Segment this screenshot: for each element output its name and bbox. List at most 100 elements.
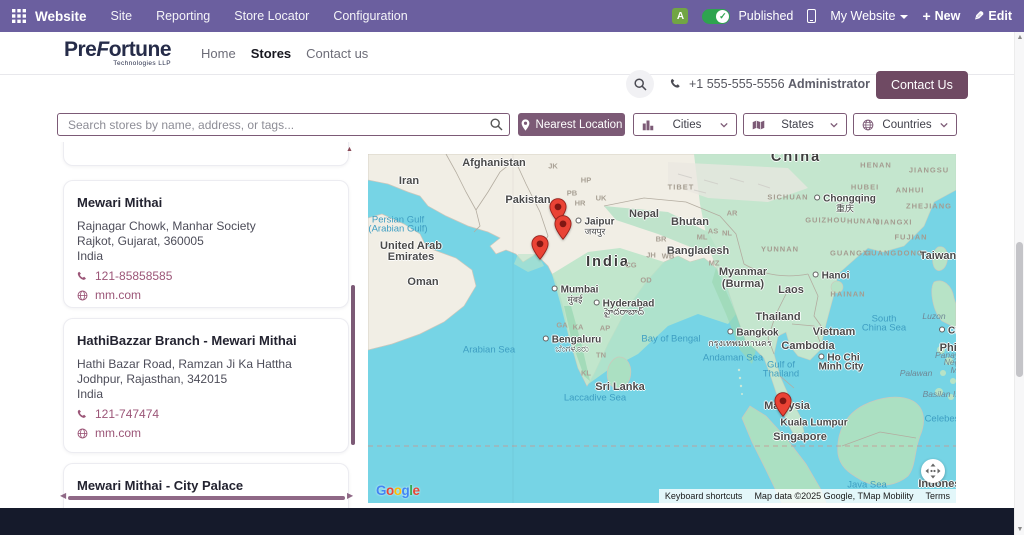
map-label: 重庆 <box>835 203 855 214</box>
map-label: M <box>950 365 956 375</box>
keyboard-shortcuts-link[interactable]: Keyboard shortcuts <box>658 489 749 503</box>
hscroll-right-icon[interactable]: ▶ <box>347 491 353 500</box>
nav-home[interactable]: Home <box>201 46 236 61</box>
list-scrollbar-thumb[interactable] <box>351 285 355 445</box>
map-label: Celebes <box>924 413 956 425</box>
store-card[interactable]: Mewari Mithai Rajnagar Chowk, Manhar Soc… <box>63 180 349 308</box>
backend-menu-site[interactable]: Site <box>111 9 133 23</box>
map-label: CG <box>625 260 637 270</box>
store-search-input[interactable] <box>58 114 509 135</box>
cities-dropdown[interactable]: Cities <box>633 113 737 136</box>
page: Website Site Reporting Store Locator Con… <box>0 0 1024 535</box>
backend-menu-reporting[interactable]: Reporting <box>156 9 210 23</box>
store-address-line: India <box>77 249 104 263</box>
phone-icon <box>77 409 86 418</box>
nearest-location-button[interactable]: Nearest Location <box>518 113 625 136</box>
page-scrollbar[interactable]: ▲ ▼ <box>1014 32 1024 535</box>
globe-icon <box>862 119 874 130</box>
map-label: Luzon <box>922 311 946 321</box>
chevron-down-icon <box>940 122 948 128</box>
scroll-down-icon[interactable]: ▼ <box>1016 526 1024 533</box>
horizontal-scrollbar-thumb[interactable] <box>68 496 345 500</box>
map-label: హైదరాబాద్ <box>603 306 645 317</box>
states-dropdown[interactable]: States <box>743 113 847 136</box>
map-label: GA <box>556 320 568 330</box>
google-logo[interactable]: Google <box>376 483 420 498</box>
header-phone[interactable]: +1 555-555-5556 <box>670 77 785 91</box>
map-label: China <box>770 154 822 165</box>
map-label: GUIZHOU <box>805 215 847 225</box>
store-name: Mewari Mithai - City Palace <box>77 478 244 493</box>
map-label: AP <box>599 323 611 333</box>
scroll-up-icon[interactable]: ▲ <box>1016 34 1024 41</box>
store-website-link[interactable]: mm.com <box>77 288 335 302</box>
store-card[interactable]: HathiBazzar Branch - Mewari Mithai Hathi… <box>63 318 349 453</box>
map-label: ANHUI <box>895 185 925 195</box>
hscroll-left-icon[interactable]: ◀ <box>60 491 66 500</box>
store-card[interactable]: Mewari Mithai - City Palace <box>63 463 349 512</box>
published-toggle[interactable]: ✓ <box>702 8 731 24</box>
site-logo[interactable]: PreFortune Technologies LLP <box>64 38 172 67</box>
map-label: Laos <box>778 284 804 296</box>
map-label: Cambodia <box>781 340 835 352</box>
store-map[interactable]: Afghanistan Iran Pakistan Nepal Bhutan Bangla… <box>368 154 956 503</box>
map-label: Myanmar <box>718 266 768 278</box>
map-label: Kuala Lumpur <box>780 417 848 429</box>
map-label: JK <box>548 161 558 171</box>
map-label: HUBEI <box>850 182 880 192</box>
map-label: Basilan Isl <box>922 389 956 399</box>
map-label: NL <box>722 228 732 238</box>
list-scroll-up-icon[interactable]: ▲ <box>346 146 353 153</box>
map-label: Sri Lanka <box>595 381 645 393</box>
contact-us-button[interactable]: Contact Us <box>876 71 968 99</box>
map-label: Bangladesh <box>666 245 730 257</box>
mobile-preview-icon[interactable] <box>807 9 817 23</box>
map-icon <box>752 120 765 129</box>
store-phone-link[interactable]: 121-85858585 <box>77 269 335 283</box>
map-label: FUJIAN <box>894 232 928 242</box>
header-phone-number: +1 555-555-5556 <box>689 77 785 91</box>
map-label: AS <box>707 226 719 236</box>
map-label: TIBET <box>667 182 695 192</box>
map-label: กรุงเทพมหานคร <box>708 338 772 348</box>
nav-contact-us[interactable]: Contact us <box>306 46 368 61</box>
avatar[interactable]: A <box>672 8 689 24</box>
store-website-link[interactable]: mm.com <box>77 426 335 440</box>
user-menu[interactable]: Administrator <box>788 77 884 91</box>
edit-button[interactable]: Edit <box>974 9 1012 23</box>
map-label: ZHEJIANG <box>906 201 952 211</box>
map-marker[interactable] <box>531 235 549 260</box>
page-scrollbar-thumb[interactable] <box>1016 242 1023 377</box>
backend-menu-store-locator[interactable]: Store Locator <box>234 9 309 23</box>
map-label: Arabian Sea <box>462 344 516 356</box>
map-label: HAINAN <box>830 289 866 299</box>
pan-arrows-icon <box>925 463 941 479</box>
phone-icon <box>77 271 86 280</box>
nav-stores[interactable]: Stores <box>251 46 291 61</box>
store-address-line: Rajkot, Gujarat, 360005 <box>77 234 204 248</box>
phone-icon <box>670 78 680 88</box>
terms-link[interactable]: Terms <box>919 489 956 503</box>
map-label: KA <box>572 322 584 332</box>
store-address-line: Jodhpur, Rajasthan, 342015 <box>77 372 228 386</box>
backend-menu: Site Reporting Store Locator Configurati… <box>111 9 408 23</box>
header-search-button[interactable] <box>626 70 654 98</box>
map-label: AR <box>726 208 738 218</box>
store-card-partial[interactable] <box>63 142 349 166</box>
backend-menu-configuration[interactable]: Configuration <box>333 9 407 23</box>
website-selector[interactable]: My Website <box>830 9 909 23</box>
map-marker[interactable] <box>774 392 792 417</box>
apps-grid-icon[interactable] <box>12 9 26 23</box>
map-label: मुंबई <box>567 294 583 305</box>
map-label: जयपुर <box>584 226 606 237</box>
new-button[interactable]: New <box>922 8 961 24</box>
store-phone-link[interactable]: 121-747474 <box>77 407 335 421</box>
search-icon[interactable] <box>490 118 503 136</box>
map-marker[interactable] <box>554 215 572 240</box>
search-icon <box>633 77 647 91</box>
countries-dropdown[interactable]: Countries <box>853 113 957 136</box>
map-label: TN <box>596 350 606 360</box>
backend-app-name[interactable]: Website <box>35 9 87 24</box>
map-pan-control[interactable] <box>921 459 945 483</box>
odoo-backend-bar: Website Site Reporting Store Locator Con… <box>0 0 1024 32</box>
